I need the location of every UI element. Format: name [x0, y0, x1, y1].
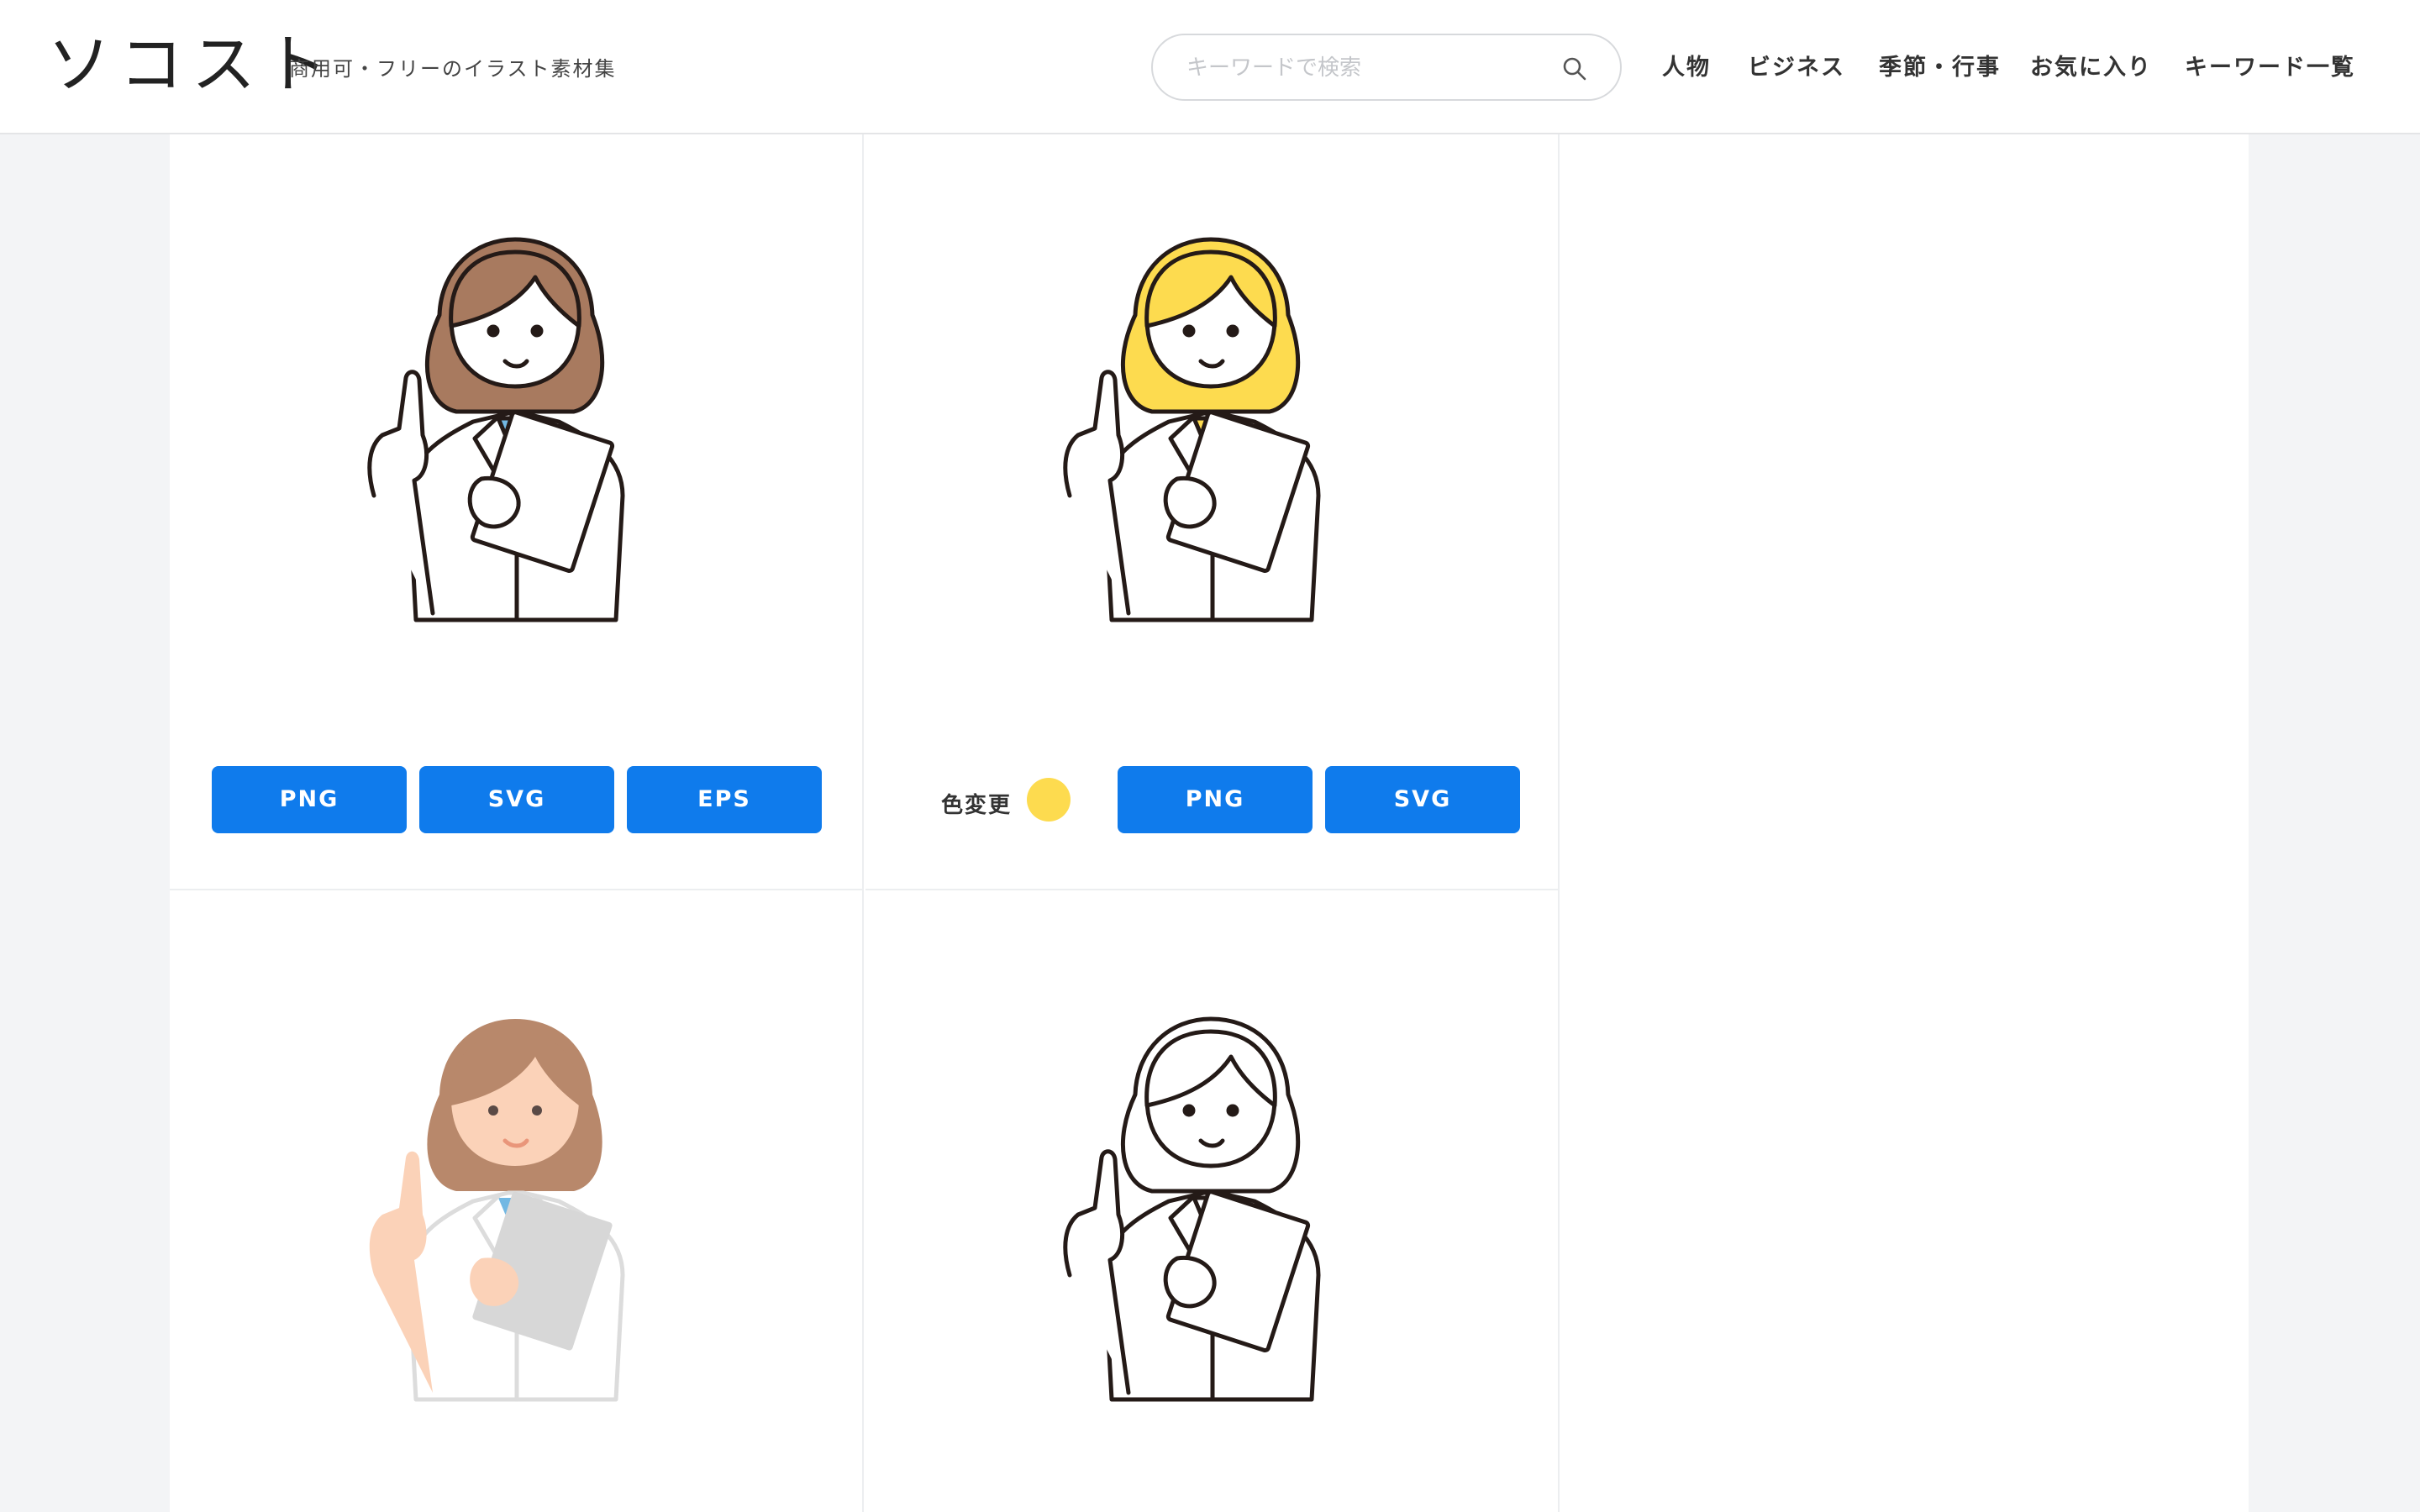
- site-tagline: 商用可・フリーのイラスト素材集: [289, 57, 617, 81]
- nav-item-seasons[interactable]: 季節・行事: [1879, 49, 2001, 81]
- illustration-card-1: PNG SVG EPS: [170, 134, 864, 890]
- download-png-button[interactable]: PNG: [212, 766, 407, 833]
- illustration-card-2: 色変更 PNG SVG: [865, 134, 1560, 890]
- download-eps-button[interactable]: EPS: [627, 766, 822, 833]
- illustration-woman-flat[interactable]: [349, 998, 685, 1418]
- color-change-label: 色変更: [941, 793, 1013, 818]
- illustration-card-4: [865, 890, 1560, 1512]
- site-header: ソコスト 商用可・フリーのイラスト素材集 人物 ビジネス 季節・行事 お気に入り…: [0, 0, 2420, 134]
- color-swatch-button[interactable]: [1027, 778, 1071, 822]
- illustration-woman-line-only[interactable]: [1044, 998, 1381, 1418]
- download-png-button[interactable]: PNG: [1118, 766, 1313, 833]
- download-svg-button[interactable]: SVG: [419, 766, 614, 833]
- illustration-woman-yellow-hair[interactable]: [1044, 218, 1381, 638]
- download-svg-button[interactable]: SVG: [1325, 766, 1520, 833]
- nav-item-favorites[interactable]: お気に入り: [2030, 49, 2152, 81]
- nav-item-people[interactable]: 人物: [1662, 49, 1711, 81]
- search-box[interactable]: [1151, 34, 1622, 101]
- search-input[interactable]: [1185, 50, 1541, 86]
- illustration-woman-brown-hair[interactable]: [349, 218, 685, 638]
- search-icon[interactable]: [1561, 55, 1588, 82]
- illustration-card-3: [170, 890, 864, 1512]
- nav-item-business[interactable]: ビジネス: [1748, 49, 1845, 81]
- illustration-grid: PNG SVG EPS 色変更 PNG SVG: [170, 134, 2249, 1512]
- nav-item-keywords[interactable]: キーワード一覧: [2185, 49, 2355, 81]
